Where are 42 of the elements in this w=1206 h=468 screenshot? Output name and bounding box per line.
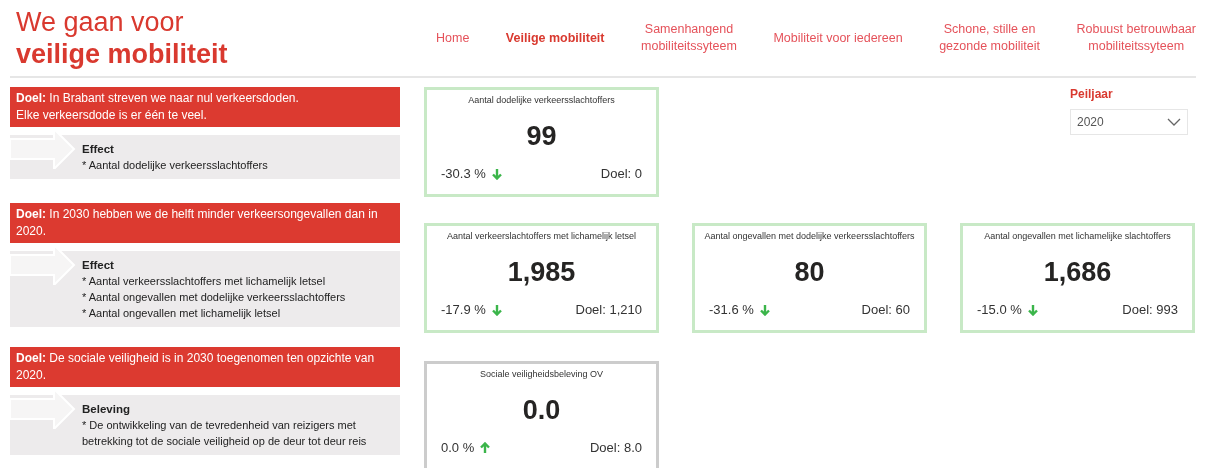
kpi-value: 1,686: [1043, 257, 1112, 288]
change-value: -31.6 %: [709, 302, 754, 317]
chevron-down-icon: [1167, 118, 1181, 126]
effect-item: * Aantal dodelijke verkeersslachtoffers: [82, 158, 269, 173]
effect-item: * Aantal verkeersslachtoffers met lichamelijk letsel: [82, 274, 327, 289]
nav-link[interactable]: Home: [436, 27, 470, 49]
nav-link[interactable]: Samenhangend mobiliteitssyteem: [641, 19, 737, 57]
kpi-value: 1,985: [507, 257, 576, 288]
kpi-value: 80: [794, 257, 825, 288]
effect-heading: Effect: [82, 142, 115, 157]
target-value: Doel: 0: [600, 166, 642, 181]
card-title: Sociale veiligheidsbeleving OV: [479, 369, 604, 379]
page-title: veilige mobiliteit: [16, 38, 229, 70]
target-value: Doel: 8.0: [589, 440, 642, 455]
nav-link[interactable]: Schone, stille en gezonde mobiliteit: [939, 19, 1040, 57]
change-value: 0.0 %: [441, 440, 475, 455]
target-value: Doel: 60: [861, 302, 910, 317]
kpi-value: 99: [526, 121, 557, 152]
card-title: Aantal verkeerslachtoffers met lichamelijk letsel: [447, 231, 636, 241]
card-title: Aantal ongevallen met dodelijke verkeersslachtoffers: [704, 231, 915, 241]
change-value: -17.9 %: [441, 302, 486, 317]
filter-label: Peiljaar: [1070, 87, 1114, 101]
goal-banner: Doel: In Brabant streven we naar nul verkeersdoden. Elke verkeersdode is er één te veel.: [10, 87, 400, 127]
effect-item: * Aantal ongevallen met dodelijke verkeersslachtoffers: [82, 290, 347, 305]
nav-link[interactable]: Mobiliteit voor iedereen: [773, 27, 903, 49]
goal-banner: Doel: De sociale veiligheid is in 2030 toegenomen ten opzichte van 2020.: [10, 347, 400, 387]
change-value: -15.0 %: [977, 302, 1022, 317]
change-value: -30.3 %: [441, 166, 486, 181]
nav-link[interactable]: Robuust betrouwbaar mobiliteitssyteem: [1076, 19, 1196, 57]
effect-item: * De ontwikkeling van de tevredenheid van reizigers met betrekking tot de sociale veiligheid op de deur tot deur reis: [82, 418, 368, 449]
card-title: Aantal ongevallen met lichamelijke slachtoffers: [984, 231, 1171, 241]
page-title: We gaan voor: [16, 6, 185, 38]
target-value: Doel: 993: [1122, 302, 1178, 317]
target-value: Doel: 1,210: [575, 302, 642, 317]
effect-item: * Aantal ongevallen met lichamelijk letsel: [82, 306, 282, 321]
nav-link[interactable]: Veilige mobiliteit: [505, 27, 605, 49]
effect-heading: Beleving: [82, 402, 131, 417]
goal-banner: Doel: In 2030 hebben we de helft minder verkeersongevallen dan in 2020.: [10, 203, 400, 243]
card-title: Aantal dodelijke verkeersslachtoffers: [468, 95, 615, 105]
year-dropdown[interactable]: 2020: [1070, 109, 1188, 135]
effect-heading: Effect: [82, 258, 115, 273]
kpi-value: 0.0: [522, 395, 561, 426]
